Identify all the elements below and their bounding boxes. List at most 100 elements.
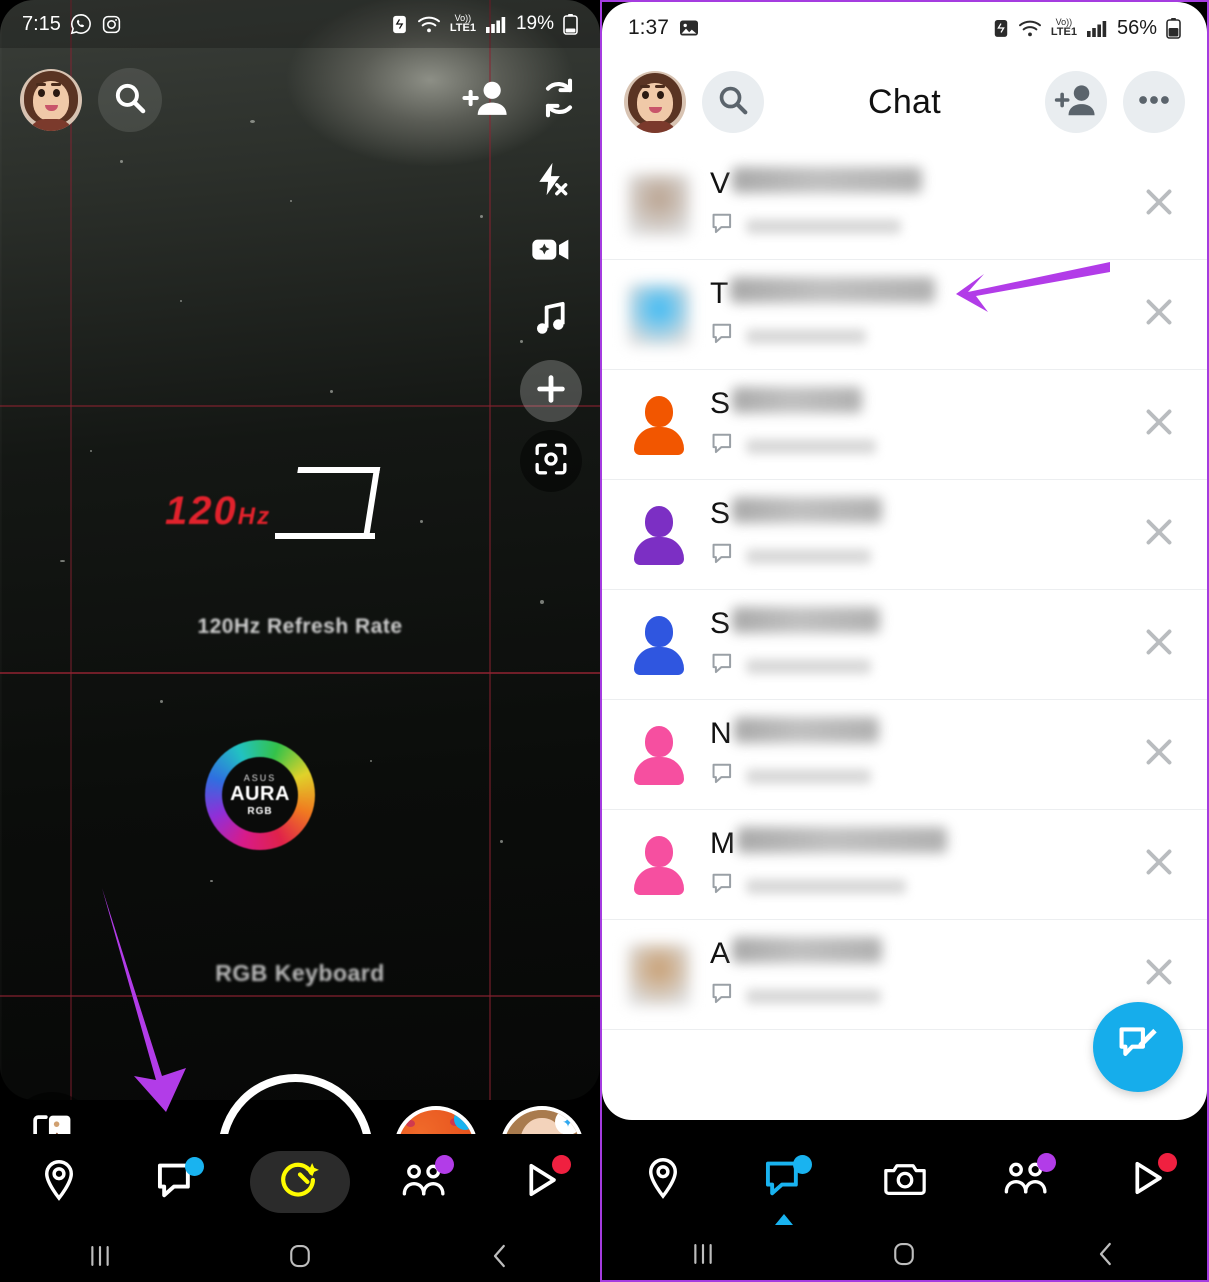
add-friend-icon <box>462 81 510 122</box>
camera-tool-rail <box>520 150 582 492</box>
signal-icon <box>1086 19 1108 38</box>
aura-label: AURA <box>230 783 290 805</box>
home-button[interactable] <box>240 1241 360 1271</box>
home-button[interactable] <box>844 1239 964 1269</box>
add-friend-button[interactable] <box>462 78 510 123</box>
gallery-icon <box>678 17 700 39</box>
avatar[interactable] <box>628 173 690 236</box>
chat-item-initial: S <box>710 607 731 640</box>
chat-bubble-icon <box>710 541 736 572</box>
chat-list-item[interactable]: S <box>602 370 1207 480</box>
chat-bubble-icon <box>710 871 736 902</box>
chat-list-item[interactable]: V <box>602 150 1207 260</box>
camera-viewfinder[interactable]: 120Hz 120Hz Refresh Rate ASUS AURA RGB R… <box>0 0 600 1100</box>
music-button[interactable] <box>520 290 582 352</box>
avatar[interactable] <box>628 394 690 456</box>
chat-item-status <box>710 651 1111 682</box>
recents-button[interactable] <box>40 1242 160 1270</box>
left-phone-camera-screen: 120Hz 120Hz Refresh Rate ASUS AURA RGB R… <box>0 0 600 1282</box>
more-options-button[interactable] <box>1123 71 1185 133</box>
dismiss-chat-button[interactable] <box>1111 844 1207 885</box>
chat-item-name: T <box>710 277 1111 311</box>
dismiss-chat-button[interactable] <box>1111 294 1207 335</box>
new-chat-button[interactable] <box>1093 1002 1183 1092</box>
recents-button[interactable] <box>643 1240 763 1268</box>
dismiss-chat-button[interactable] <box>1111 514 1207 555</box>
sidebar-item-chat[interactable] <box>132 1151 220 1213</box>
sidebar-item-stories[interactable] <box>380 1151 468 1213</box>
profile-avatar[interactable] <box>624 71 686 133</box>
sidebar-item-camera[interactable] <box>861 1149 949 1211</box>
dismiss-chat-button[interactable] <box>1111 734 1207 775</box>
chat-item-status <box>710 211 1111 242</box>
chat-list-item[interactable]: S <box>602 590 1207 700</box>
aura-rgb-logo: ASUS AURA RGB <box>205 740 315 850</box>
profile-avatar[interactable] <box>20 69 82 131</box>
avatar[interactable] <box>628 614 690 676</box>
chat-unread-badge <box>792 1155 812 1174</box>
search-button[interactable] <box>702 71 764 133</box>
chat-list-item[interactable]: S <box>602 480 1207 590</box>
redacted-status <box>746 329 866 344</box>
avatar[interactable] <box>628 724 690 786</box>
back-button[interactable] <box>440 1241 560 1271</box>
wifi-icon <box>1018 18 1042 38</box>
dismiss-chat-button[interactable] <box>1111 624 1207 665</box>
close-icon <box>1141 624 1177 665</box>
sidebar-item-stories[interactable] <box>982 1149 1070 1211</box>
flash-off-icon <box>532 160 570 203</box>
music-icon <box>533 300 569 343</box>
avatar[interactable] <box>628 943 690 1006</box>
chat-item-status <box>710 321 1111 352</box>
chat-item-status <box>710 431 1111 462</box>
photo-120hz-badge: 120Hz <box>155 455 381 580</box>
asus-brand-label: ASUS <box>243 773 277 783</box>
chat-item-initial: V <box>710 167 731 200</box>
chat-item-text: S <box>710 387 1111 462</box>
scan-button[interactable] <box>520 430 582 492</box>
dismiss-chat-button[interactable] <box>1111 954 1207 995</box>
redacted-name <box>737 827 947 853</box>
flip-camera-button[interactable] <box>538 76 580 125</box>
more-options-icon <box>1137 93 1171 112</box>
sidebar-item-camera[interactable] <box>249 1151 350 1213</box>
chat-list-item[interactable]: M <box>602 810 1207 920</box>
back-button[interactable] <box>1046 1239 1166 1269</box>
dual-phone-screenshot: 120Hz 120Hz Refresh Rate ASUS AURA RGB R… <box>0 0 1209 1282</box>
sidebar-item-spotlight[interactable] <box>497 1151 585 1213</box>
chat-list-item[interactable]: T <box>602 260 1207 370</box>
chat-list-item[interactable]: N <box>602 700 1207 810</box>
sparkle-icon: ✦ <box>555 1110 580 1135</box>
chat-item-name: M <box>710 827 1111 861</box>
status-time: 1:37 <box>628 16 669 39</box>
new-chat-icon <box>1115 1022 1161 1073</box>
night-video-button[interactable] <box>520 220 582 282</box>
search-button[interactable] <box>98 68 162 132</box>
map-icon <box>643 1156 683 1205</box>
sidebar-item-map[interactable] <box>15 1151 103 1213</box>
flash-off-button[interactable] <box>520 150 582 212</box>
plus-icon <box>534 372 568 411</box>
add-friend-button[interactable] <box>1045 71 1107 133</box>
status-time: 7:15 <box>22 12 61 35</box>
chat-item-initial: S <box>710 497 731 530</box>
battery-percent: 19% <box>515 13 554 34</box>
close-icon <box>1141 844 1177 885</box>
chat-item-initial: S <box>710 387 731 420</box>
redacted-name <box>732 387 863 413</box>
chat-item-name: V <box>710 167 1111 201</box>
sidebar-item-chat[interactable] <box>740 1149 828 1225</box>
add-lens-button[interactable] <box>520 360 582 422</box>
avatar[interactable] <box>628 834 690 896</box>
sidebar-item-map[interactable] <box>619 1149 707 1211</box>
search-icon <box>717 84 749 121</box>
chat-bubble-icon <box>710 431 736 462</box>
dismiss-chat-button[interactable] <box>1111 404 1207 445</box>
avatar[interactable] <box>628 504 690 566</box>
redacted-status <box>746 989 881 1004</box>
avatar[interactable] <box>628 283 690 346</box>
dismiss-chat-button[interactable] <box>1111 184 1207 225</box>
scan-icon <box>533 441 569 482</box>
sidebar-item-spotlight[interactable] <box>1103 1149 1191 1211</box>
add-friend-icon <box>1054 82 1098 123</box>
